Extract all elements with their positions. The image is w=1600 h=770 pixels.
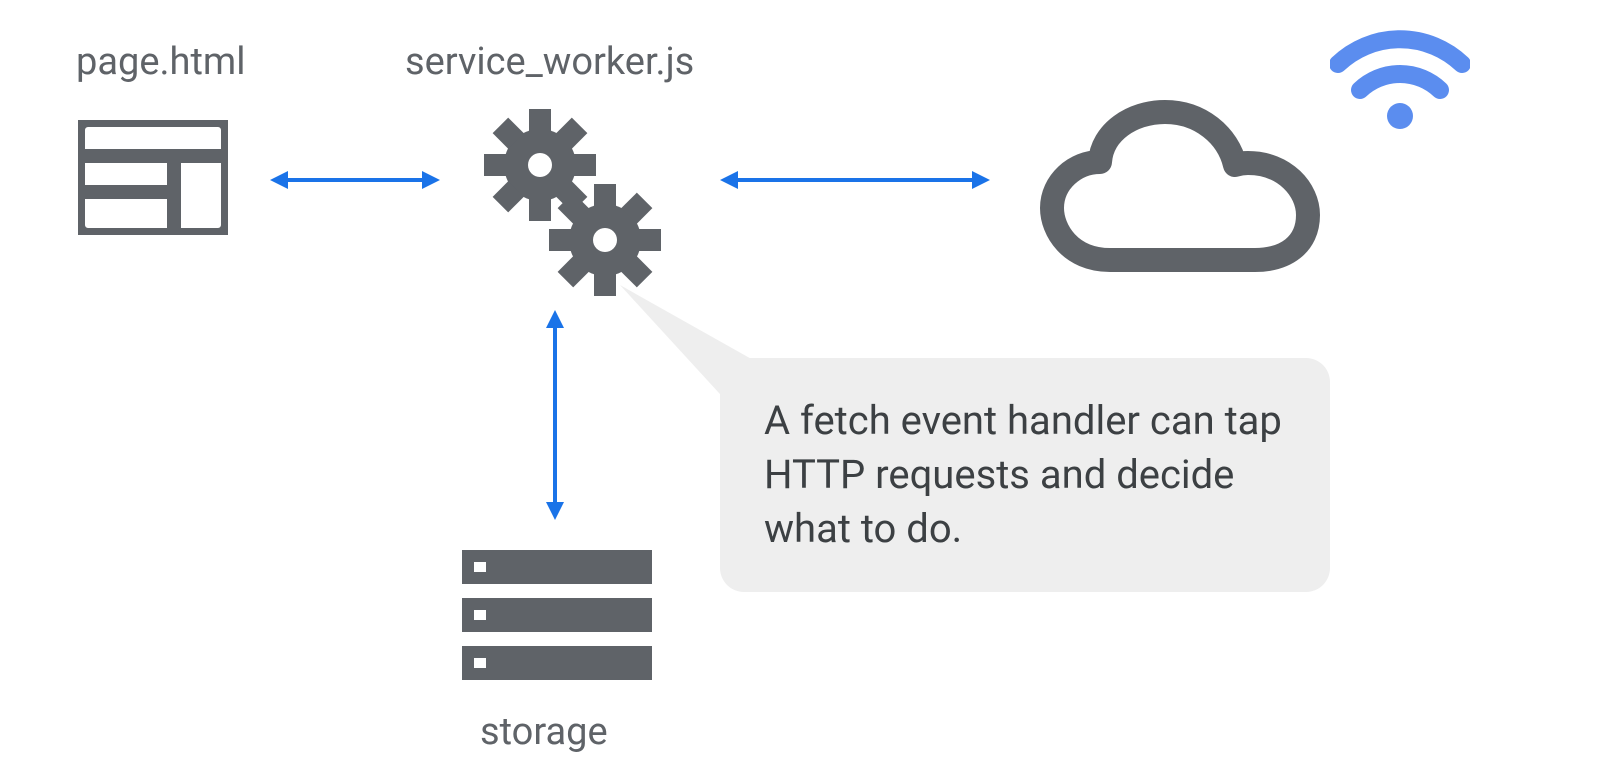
arrow-page-to-sw	[270, 165, 440, 195]
arrow-sw-to-storage	[540, 310, 570, 520]
wifi-icon	[1330, 28, 1470, 133]
storage-label: storage	[480, 710, 608, 754]
callout-text: A fetch event handler can tap HTTP reque…	[764, 397, 1282, 552]
page-label: page.html	[76, 40, 245, 84]
gears-icon	[470, 100, 670, 300]
browser-window-icon	[78, 120, 228, 235]
service-worker-label: service_worker.js	[405, 40, 694, 84]
cloud-icon	[1040, 100, 1320, 275]
callout-bubble: A fetch event handler can tap HTTP reque…	[720, 358, 1330, 592]
arrow-sw-to-cloud	[720, 165, 990, 195]
storage-icon	[462, 550, 652, 680]
